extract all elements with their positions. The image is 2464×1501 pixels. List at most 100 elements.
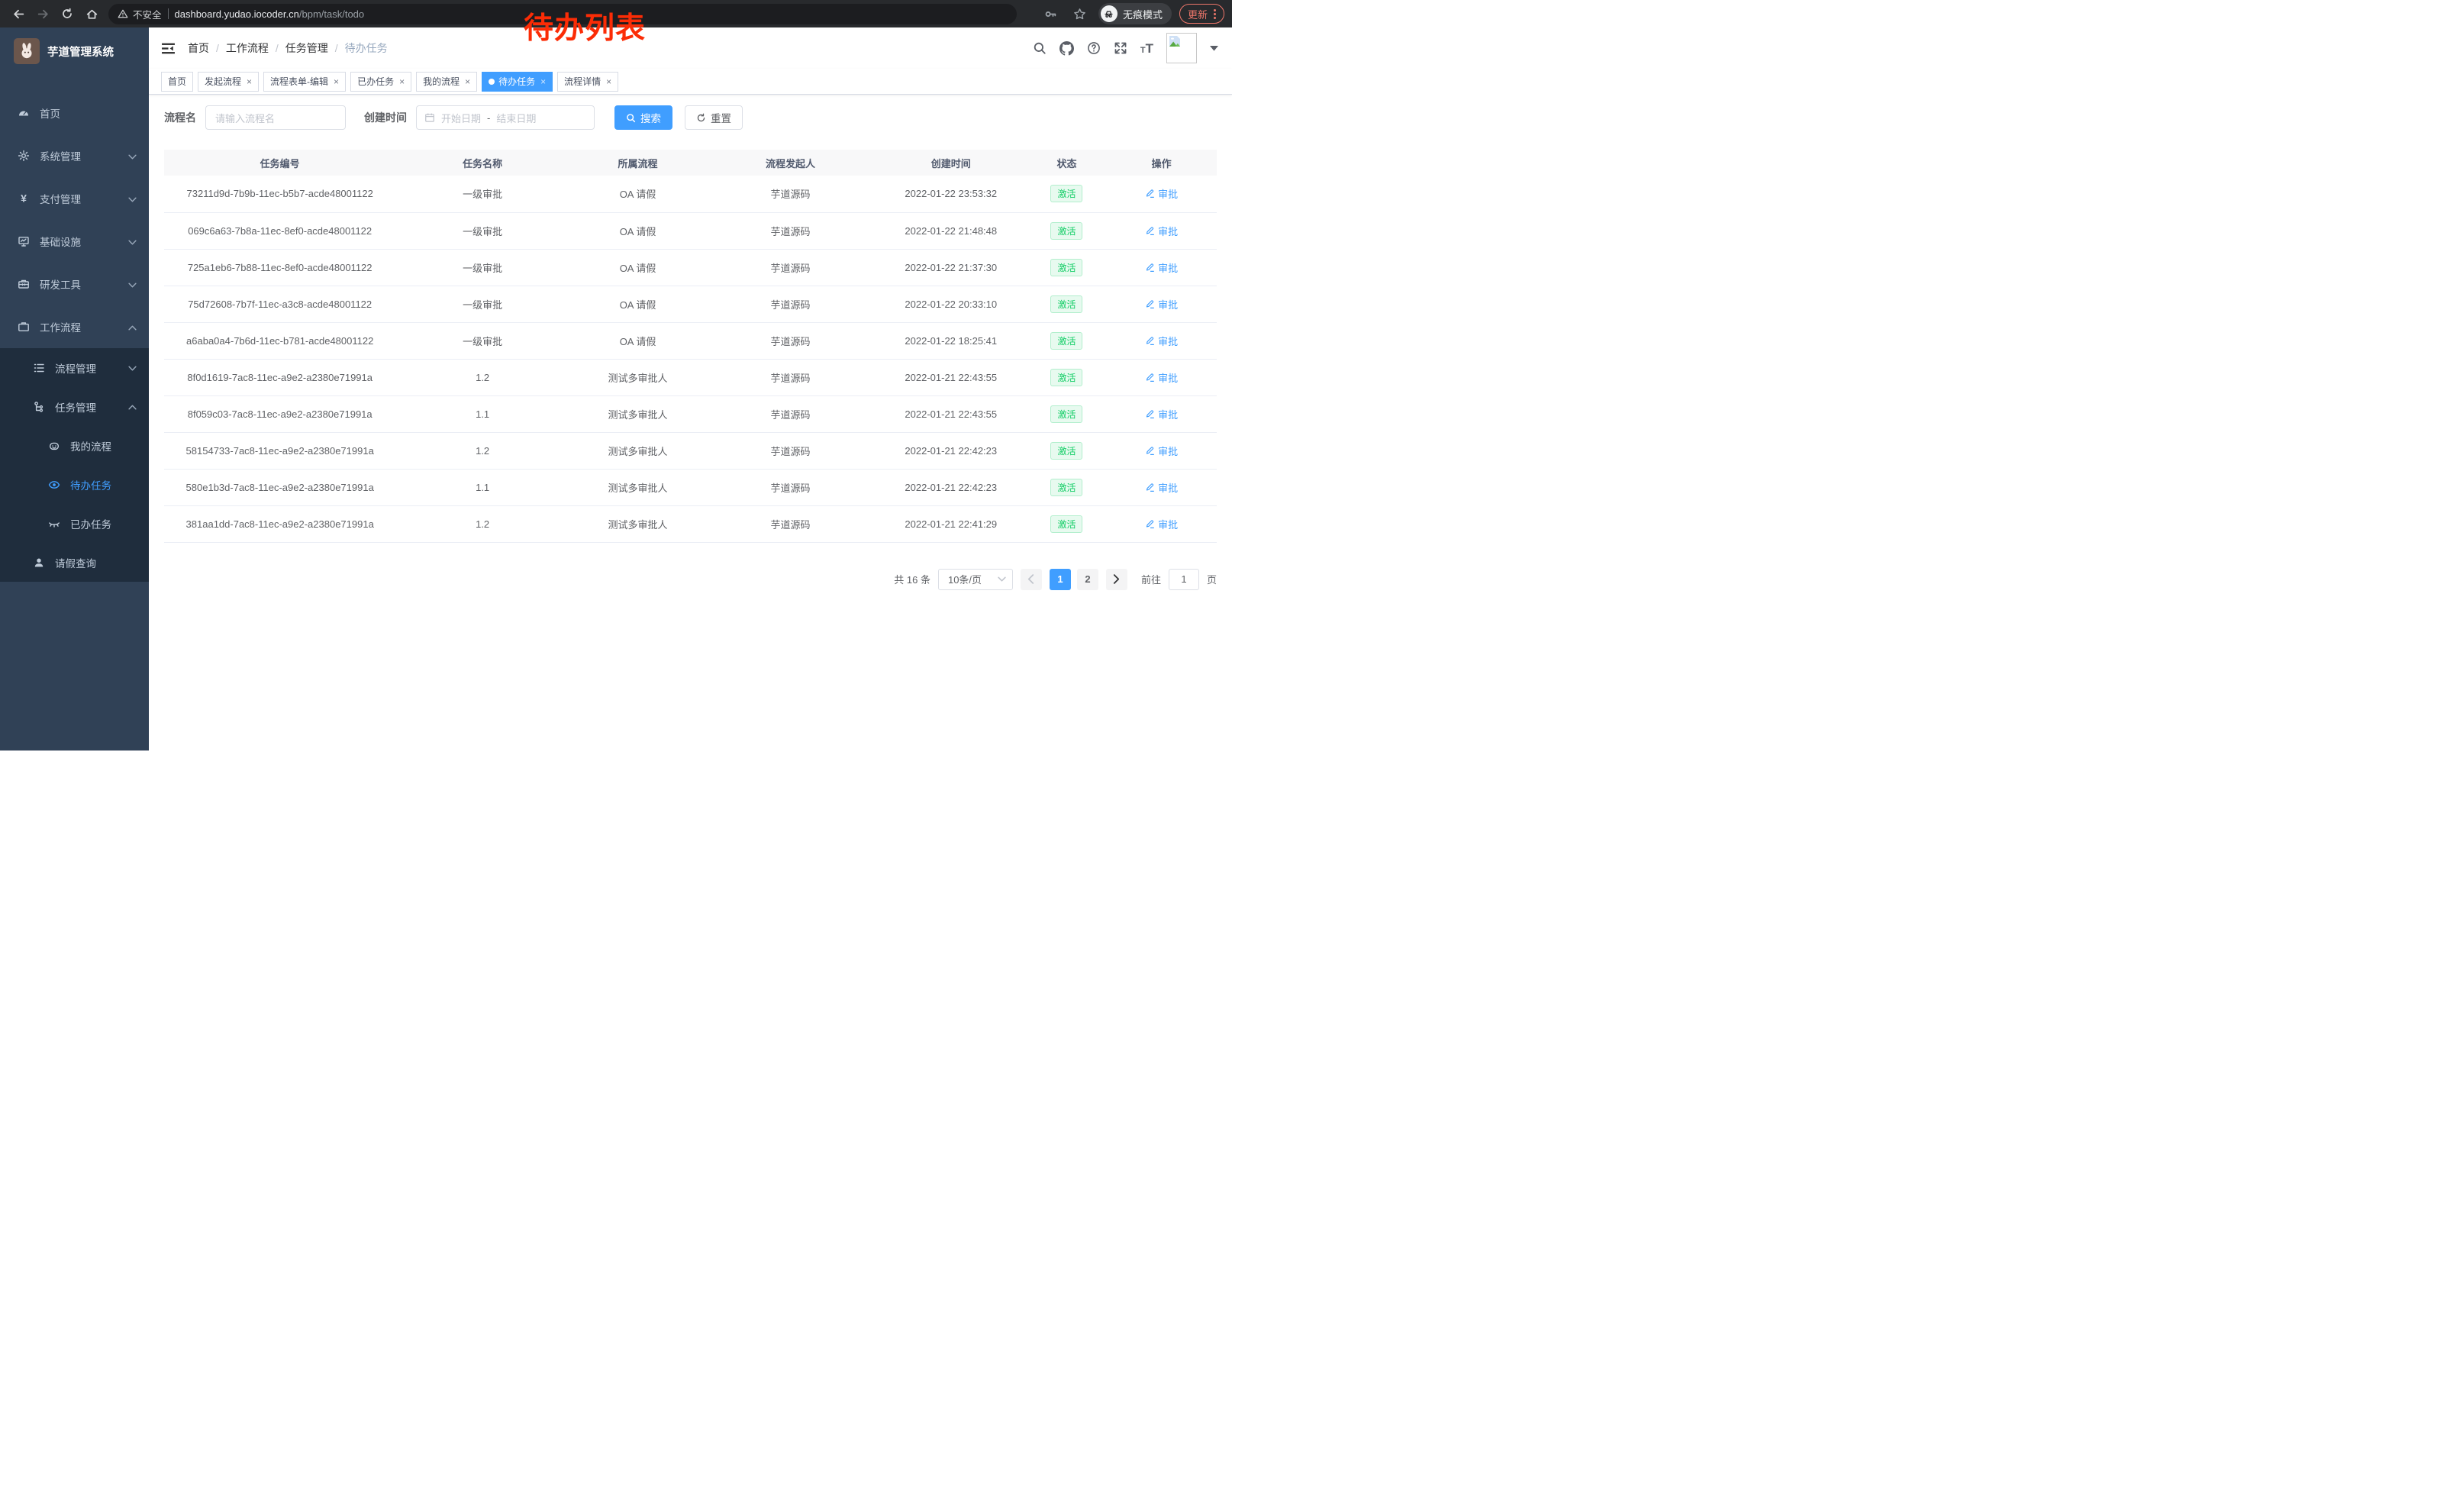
breadcrumb-separator: / xyxy=(216,42,219,54)
browser-menu-icon[interactable] xyxy=(1214,9,1216,19)
created-time-cell: 2022-01-21 22:43:55 xyxy=(875,395,1027,432)
breadcrumb-item[interactable]: 任务管理 xyxy=(285,40,328,56)
tab-close-icon[interactable]: × xyxy=(540,77,546,86)
approve-button[interactable]: 审批 xyxy=(1145,517,1178,531)
page-size-select[interactable]: 10条/页 xyxy=(938,569,1013,590)
tab-my-process[interactable]: 我的流程× xyxy=(416,72,477,92)
created-time-cell: 2022-01-22 20:33:10 xyxy=(875,286,1027,322)
breadcrumb-item[interactable]: 工作流程 xyxy=(226,40,269,56)
reload-icon[interactable] xyxy=(56,3,78,24)
tab-home[interactable]: 首页 xyxy=(161,72,193,92)
back-icon[interactable] xyxy=(8,3,29,24)
tab-todo-task[interactable]: 待办任务× xyxy=(482,72,553,92)
prev-page-button[interactable] xyxy=(1021,569,1042,590)
sidebar-item-my-process[interactable]: 我的流程 xyxy=(0,426,149,465)
breadcrumb-separator: / xyxy=(335,42,338,54)
tab-close-icon[interactable]: × xyxy=(399,77,405,86)
tab-close-icon[interactable]: × xyxy=(465,77,470,86)
sidebar-item-leave-query[interactable]: 请假查询 xyxy=(0,543,149,582)
tab-close-icon[interactable]: × xyxy=(606,77,611,86)
status-cell: 激活 xyxy=(1027,286,1106,322)
process-name-input[interactable]: 请输入流程名 xyxy=(205,105,346,130)
process-cell: 测试多审批人 xyxy=(569,359,706,395)
tab-close-icon[interactable]: × xyxy=(247,77,252,86)
sidebar-item-workflow[interactable]: 工作流程 xyxy=(0,305,149,348)
search-icon[interactable] xyxy=(1033,41,1047,55)
sidebar-item-label: 已办任务 xyxy=(70,516,137,531)
edit-pen-icon xyxy=(1145,446,1155,456)
approve-button[interactable]: 审批 xyxy=(1145,407,1178,421)
sidebar-item-home[interactable]: 首页 xyxy=(0,92,149,134)
dashboard-icon xyxy=(17,107,31,119)
process-name-label: 流程名 xyxy=(164,110,196,125)
approve-button[interactable]: 审批 xyxy=(1145,186,1178,201)
eye-closed-icon xyxy=(47,518,61,530)
approve-button[interactable]: 审批 xyxy=(1145,224,1178,238)
approve-button[interactable]: 审批 xyxy=(1145,444,1178,458)
site-security[interactable]: 不安全 xyxy=(118,7,162,21)
task-name-cell: 一级审批 xyxy=(395,176,569,212)
sidebar-item-dev-tools[interactable]: 研发工具 xyxy=(0,263,149,305)
sidebar-item-process-mgmt[interactable]: 流程管理 xyxy=(0,348,149,387)
column-header: 所属流程 xyxy=(569,150,706,176)
sidebar-item-todo-task[interactable]: 待办任务 xyxy=(0,465,149,504)
url-text[interactable]: dashboard.yudao.iocoder.cn/bpm/task/todo xyxy=(175,8,365,20)
tab-close-icon[interactable]: × xyxy=(334,77,339,86)
approve-button[interactable]: 审批 xyxy=(1145,370,1178,385)
process-cell: 测试多审批人 xyxy=(569,395,706,432)
status-cell: 激活 xyxy=(1027,469,1106,505)
approve-button[interactable]: 审批 xyxy=(1145,297,1178,311)
github-icon[interactable] xyxy=(1059,41,1074,56)
created-time-cell: 2022-01-21 22:42:23 xyxy=(875,469,1027,505)
update-button[interactable]: 更新 xyxy=(1179,4,1224,24)
toolbox-icon xyxy=(17,278,31,290)
incognito-icon xyxy=(1101,5,1118,22)
approve-button[interactable]: 审批 xyxy=(1145,480,1178,495)
pagination: 共 16 条 10条/页 12 前往 页 xyxy=(164,569,1217,590)
status-cell: 激活 xyxy=(1027,249,1106,286)
sidebar-item-system[interactable]: 系统管理 xyxy=(0,134,149,177)
created-time-cell: 2022-01-21 22:43:55 xyxy=(875,359,1027,395)
reset-button[interactable]: 重置 xyxy=(685,105,743,130)
sidebar-item-task-mgmt[interactable]: 任务管理 xyxy=(0,387,149,426)
avatar-caret-icon[interactable] xyxy=(1210,41,1218,55)
approve-button[interactable]: 审批 xyxy=(1145,334,1178,348)
table-row: 58154733-7ac8-11ec-a9e2-a2380e71991a1.2测… xyxy=(164,432,1217,469)
column-header: 任务名称 xyxy=(395,150,569,176)
font-size-icon[interactable]: TT xyxy=(1140,42,1153,55)
table-row: 580e1b3d-7ac8-11ec-a9e2-a2380e71991a1.1测… xyxy=(164,469,1217,505)
forward-icon[interactable] xyxy=(32,3,53,24)
tab-done-task[interactable]: 已办任务× xyxy=(350,72,411,92)
table-header-row: 任务编号任务名称所属流程流程发起人创建时间状态操作 xyxy=(164,150,1217,176)
sidebar-item-infrastructure[interactable]: 基础设施 xyxy=(0,220,149,263)
tab-form-edit[interactable]: 流程表单-编辑× xyxy=(263,72,346,92)
home-icon[interactable] xyxy=(81,3,102,24)
page-unit-label: 页 xyxy=(1207,572,1217,586)
sidebar-toggle-icon[interactable] xyxy=(161,42,176,55)
top-navbar: 首页/工作流程/任务管理/待办任务 TT xyxy=(149,27,1232,69)
search-button[interactable]: 搜索 xyxy=(614,105,672,130)
password-key-icon[interactable] xyxy=(1040,3,1062,24)
sidebar-item-done-task[interactable]: 已办任务 xyxy=(0,504,149,543)
column-header: 状态 xyxy=(1027,150,1106,176)
next-page-button[interactable] xyxy=(1106,569,1127,590)
incognito-badge: 无痕模式 xyxy=(1098,3,1172,24)
avatar[interactable] xyxy=(1166,33,1197,63)
app-logo xyxy=(14,38,40,64)
page-button-2[interactable]: 2 xyxy=(1077,569,1098,590)
status-badge: 激活 xyxy=(1050,515,1082,533)
breadcrumb-item[interactable]: 首页 xyxy=(188,40,209,56)
page-button-1[interactable]: 1 xyxy=(1050,569,1071,590)
tab-process-detail[interactable]: 流程详情× xyxy=(557,72,618,92)
goto-page-input[interactable] xyxy=(1169,569,1199,590)
sidebar-item-payment[interactable]: ¥支付管理 xyxy=(0,177,149,220)
date-range-input[interactable]: 开始日期 - 结束日期 xyxy=(416,105,595,130)
search-button-icon xyxy=(626,113,636,123)
help-icon[interactable] xyxy=(1087,41,1101,55)
tab-start-process[interactable]: 发起流程× xyxy=(198,72,259,92)
approve-button[interactable]: 审批 xyxy=(1145,260,1178,275)
status-badge: 激活 xyxy=(1050,442,1082,460)
fullscreen-icon[interactable] xyxy=(1114,41,1127,55)
bookmark-star-icon[interactable] xyxy=(1069,3,1091,24)
initiator-cell: 芋道源码 xyxy=(706,322,875,359)
